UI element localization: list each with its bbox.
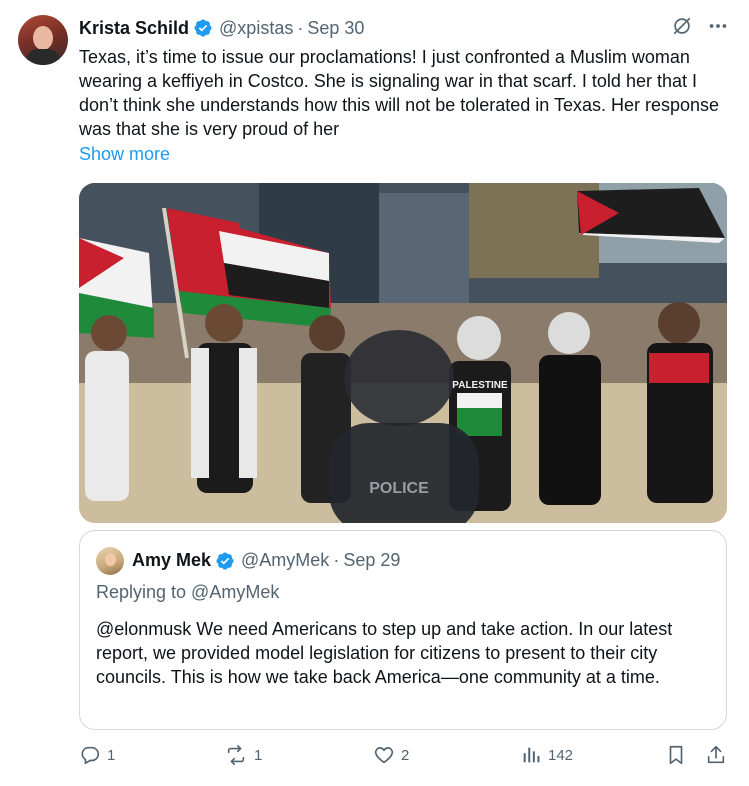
retweet-icon xyxy=(227,745,245,765)
show-more-link[interactable]: Show more xyxy=(79,144,170,165)
quoted-verified-badge-icon xyxy=(216,551,234,570)
quoted-tweet-text: @elonmusk We need Americans to step up a… xyxy=(96,619,673,687)
quoted-author-avatar[interactable] xyxy=(96,547,124,575)
share-icon xyxy=(707,745,725,764)
top-icons xyxy=(671,15,729,37)
reply-count: 1 xyxy=(107,746,116,764)
author-name[interactable]: Krista Schild xyxy=(79,18,189,39)
more-options-icon[interactable] xyxy=(707,15,729,37)
header-separator: · xyxy=(297,17,304,38)
grok-icon[interactable] xyxy=(671,15,693,37)
protest-photo-illustration: PALESTINE POLICE xyxy=(79,183,727,523)
views-button[interactable]: 142 xyxy=(520,744,573,766)
tweet-date[interactable]: Sep 30 xyxy=(307,18,364,39)
like-count: 2 xyxy=(401,746,410,764)
avatar-shirt xyxy=(26,49,60,65)
tweet-text: Texas, it’s time to issue our proclamati… xyxy=(79,47,720,139)
tweet-header: Krista Schild @xpistas · Sep 30 xyxy=(79,17,364,39)
reply-icon xyxy=(81,746,100,765)
quoted-author-handle[interactable]: @AmyMek xyxy=(241,550,329,571)
avatar-face xyxy=(33,26,53,50)
author-avatar[interactable] xyxy=(18,15,68,65)
retweet-button[interactable]: 1 xyxy=(224,744,262,766)
reply-button[interactable]: 1 xyxy=(79,744,115,766)
quoted-avatar-face xyxy=(105,553,116,566)
shirt-print-text: PALESTINE xyxy=(452,380,508,391)
views-icon xyxy=(523,747,540,763)
vest-print-text: POLICE xyxy=(369,480,429,497)
retweet-count: 1 xyxy=(254,746,263,764)
quoted-tweet[interactable]: Amy Mek @AmyMek · Sep 29 Replying to @Am… xyxy=(79,530,727,730)
author-handle[interactable]: @xpistas xyxy=(219,18,293,39)
quoted-header-separator: · xyxy=(333,550,340,570)
replying-to-text: Replying to @AmyMek xyxy=(96,582,280,602)
views-count: 142 xyxy=(548,746,574,764)
tweet-photo[interactable]: PALESTINE POLICE xyxy=(79,183,727,523)
heart-icon xyxy=(374,747,394,764)
quoted-tweet-date[interactable]: Sep 29 xyxy=(343,550,400,571)
tweet-actions: 1 1 2 142 xyxy=(79,744,727,774)
verified-badge-icon xyxy=(194,19,212,37)
quoted-tweet-header: Amy Mek @AmyMek · Sep 29 xyxy=(132,550,400,571)
tweet[interactable]: Krista Schild @xpistas · Sep 30 Texas, i… xyxy=(0,0,749,786)
share-button[interactable] xyxy=(705,744,727,766)
quoted-author-name[interactable]: Amy Mek xyxy=(132,550,211,571)
bookmark-icon xyxy=(669,745,683,765)
like-button[interactable]: 2 xyxy=(373,744,409,766)
bookmark-button[interactable] xyxy=(665,744,687,766)
